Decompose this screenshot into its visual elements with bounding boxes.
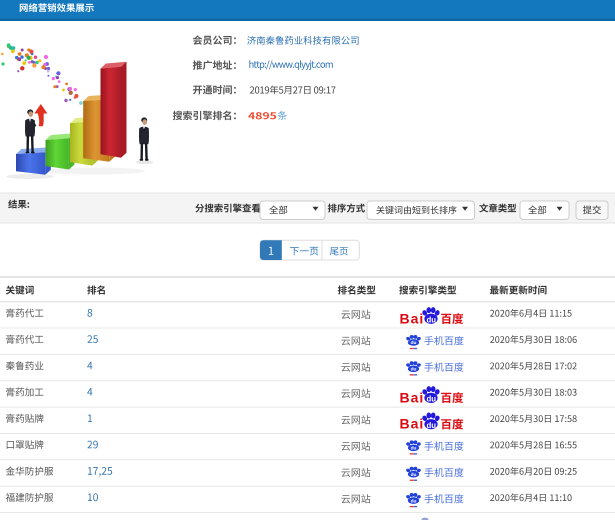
svg-text:du: du bbox=[427, 316, 437, 325]
svg-text:du: du bbox=[411, 446, 417, 452]
svg-text:du: du bbox=[427, 395, 437, 404]
svg-text:Bai: Bai bbox=[400, 310, 425, 326]
svg-text:du: du bbox=[411, 340, 417, 346]
svg-text:du: du bbox=[411, 498, 417, 504]
svg-text:du: du bbox=[411, 367, 417, 373]
svg-text:Bai: Bai bbox=[400, 389, 425, 405]
svg-text:du: du bbox=[427, 421, 437, 430]
svg-text:du: du bbox=[411, 472, 417, 478]
svg-text:Bai: Bai bbox=[400, 416, 425, 432]
